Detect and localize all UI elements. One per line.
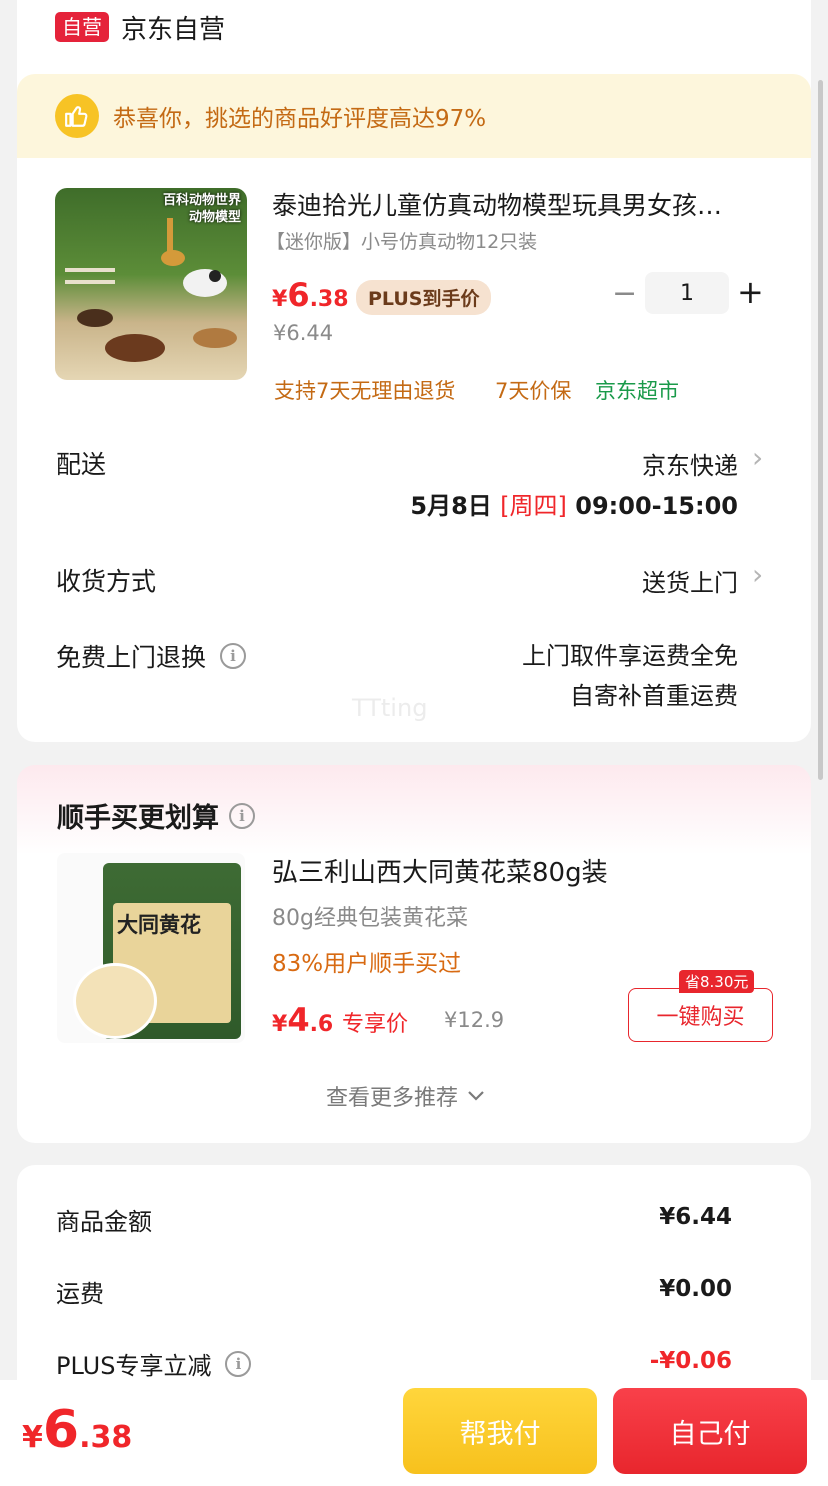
chevron-right-icon[interactable]: ›	[752, 558, 763, 591]
delivery-label: 配送	[56, 450, 107, 479]
total-symbol: ¥	[22, 1420, 43, 1455]
recommend-header: 顺手买更划算 i	[57, 796, 255, 835]
service-return: 支持7天无理由退货	[274, 379, 456, 403]
help-me-pay-button[interactable]: 帮我付	[403, 1388, 597, 1474]
product-bag: 大同黄花	[73, 863, 241, 1039]
recommend-old-price: ¥12.9	[444, 1008, 505, 1032]
recommend-title: 顺手买更划算	[57, 803, 219, 834]
bag-label: 大同黄花	[117, 912, 201, 937]
freight-label: 运费	[56, 1280, 104, 1308]
price-dec: .6	[309, 1012, 334, 1037]
free-return-label: 免费上门退换	[56, 643, 207, 672]
total-price: ¥6.38	[22, 1400, 132, 1460]
product-title[interactable]: 泰迪拾光儿童仿真动物模型玩具男女孩…	[272, 186, 772, 222]
price-int: 4	[287, 1001, 310, 1039]
free-return-row: 免费上门退换 i	[56, 638, 247, 674]
return-line1: 上门取件享运费全免	[522, 642, 738, 670]
product-spec[interactable]: 【迷你版】小号仿真动物12只装	[266, 227, 537, 254]
delivery-time[interactable]: 5月8日 [周四] 09:00-15:00	[410, 486, 738, 521]
recommend-product-name[interactable]: 弘三利山西大同黄花菜80g装	[272, 852, 608, 889]
plus-discount-label: PLUS专享立减	[56, 1352, 212, 1380]
more-recommend-link[interactable]: 查看更多推荐	[326, 1080, 486, 1112]
one-click-buy-button[interactable]: 一键购买	[628, 988, 773, 1042]
price-symbol: ¥	[272, 1012, 288, 1037]
delivery-window: 09:00-15:00	[575, 492, 738, 520]
self-operated-badge: 自营	[55, 12, 109, 42]
recommend-price-label: 专享价	[342, 1012, 409, 1037]
recommend-hint: 83%用户顺手买过	[272, 951, 462, 977]
total-dec: .38	[79, 1420, 133, 1455]
delivery-weekday: [周四]	[500, 492, 567, 520]
total-int: 6	[42, 1400, 80, 1460]
product-price: ¥6.38	[272, 276, 349, 314]
goods-amount-label: 商品金额	[56, 1208, 152, 1236]
recommend-product-sub: 80g经典包装黄花菜	[272, 906, 468, 931]
chevron-down-icon	[468, 1091, 484, 1101]
service-price-protect: 7天价保	[495, 379, 572, 403]
praise-text: 恭喜你，挑选的商品好评度高达97%	[113, 106, 487, 132]
freight-value: ¥0.00	[659, 1276, 732, 1302]
save-badge: 省8.30元	[679, 970, 755, 993]
quantity-decrease-button[interactable]: −	[612, 276, 637, 311]
receive-value[interactable]: 送货上门	[642, 563, 738, 598]
info-icon[interactable]: i	[225, 1350, 252, 1377]
recommend-product-image[interactable]: 大同黄花	[57, 853, 245, 1043]
quantity-input[interactable]: 1	[645, 272, 729, 314]
animals-illustration	[65, 218, 237, 362]
plus-price-tag: PLUS到手价	[356, 280, 492, 315]
goods-amount-value: ¥6.44	[659, 1204, 732, 1230]
product-old-price: ¥6.44	[273, 321, 334, 345]
plus-discount-value: -¥0.06	[649, 1348, 732, 1374]
recommend-price: ¥4.6	[272, 1001, 333, 1039]
pay-myself-button[interactable]: 自己付	[613, 1388, 807, 1474]
chevron-right-icon[interactable]: ›	[752, 441, 763, 474]
watermark: TTting	[352, 694, 428, 722]
store-name: 京东自营	[121, 14, 226, 45]
scrollbar[interactable]	[818, 80, 823, 780]
product-image[interactable]: 百科动物世界 动物模型	[55, 188, 247, 380]
price-symbol: ¥	[272, 287, 288, 312]
praise-banner: 恭喜你，挑选的商品好评度高达97%	[17, 74, 811, 158]
store-header[interactable]: 自营 京东自营	[55, 10, 226, 45]
service-supermarket: 京东超市	[595, 379, 679, 403]
info-icon[interactable]: i	[229, 802, 255, 829]
more-recommend-label: 查看更多推荐	[326, 1086, 459, 1111]
quantity-increase-button[interactable]: +	[737, 273, 764, 311]
thumbs-up-icon	[55, 94, 99, 138]
delivery-date: 5月8日	[410, 492, 492, 520]
price-dec: .38	[309, 287, 349, 312]
plus-discount-row: PLUS专享立减 i	[56, 1346, 252, 1381]
info-icon[interactable]: i	[220, 643, 247, 669]
receive-label: 收货方式	[56, 567, 157, 596]
delivery-carrier[interactable]: 京东快递	[642, 446, 738, 481]
return-line2: 自寄补首重运费	[570, 682, 738, 710]
price-int: 6	[287, 276, 310, 314]
